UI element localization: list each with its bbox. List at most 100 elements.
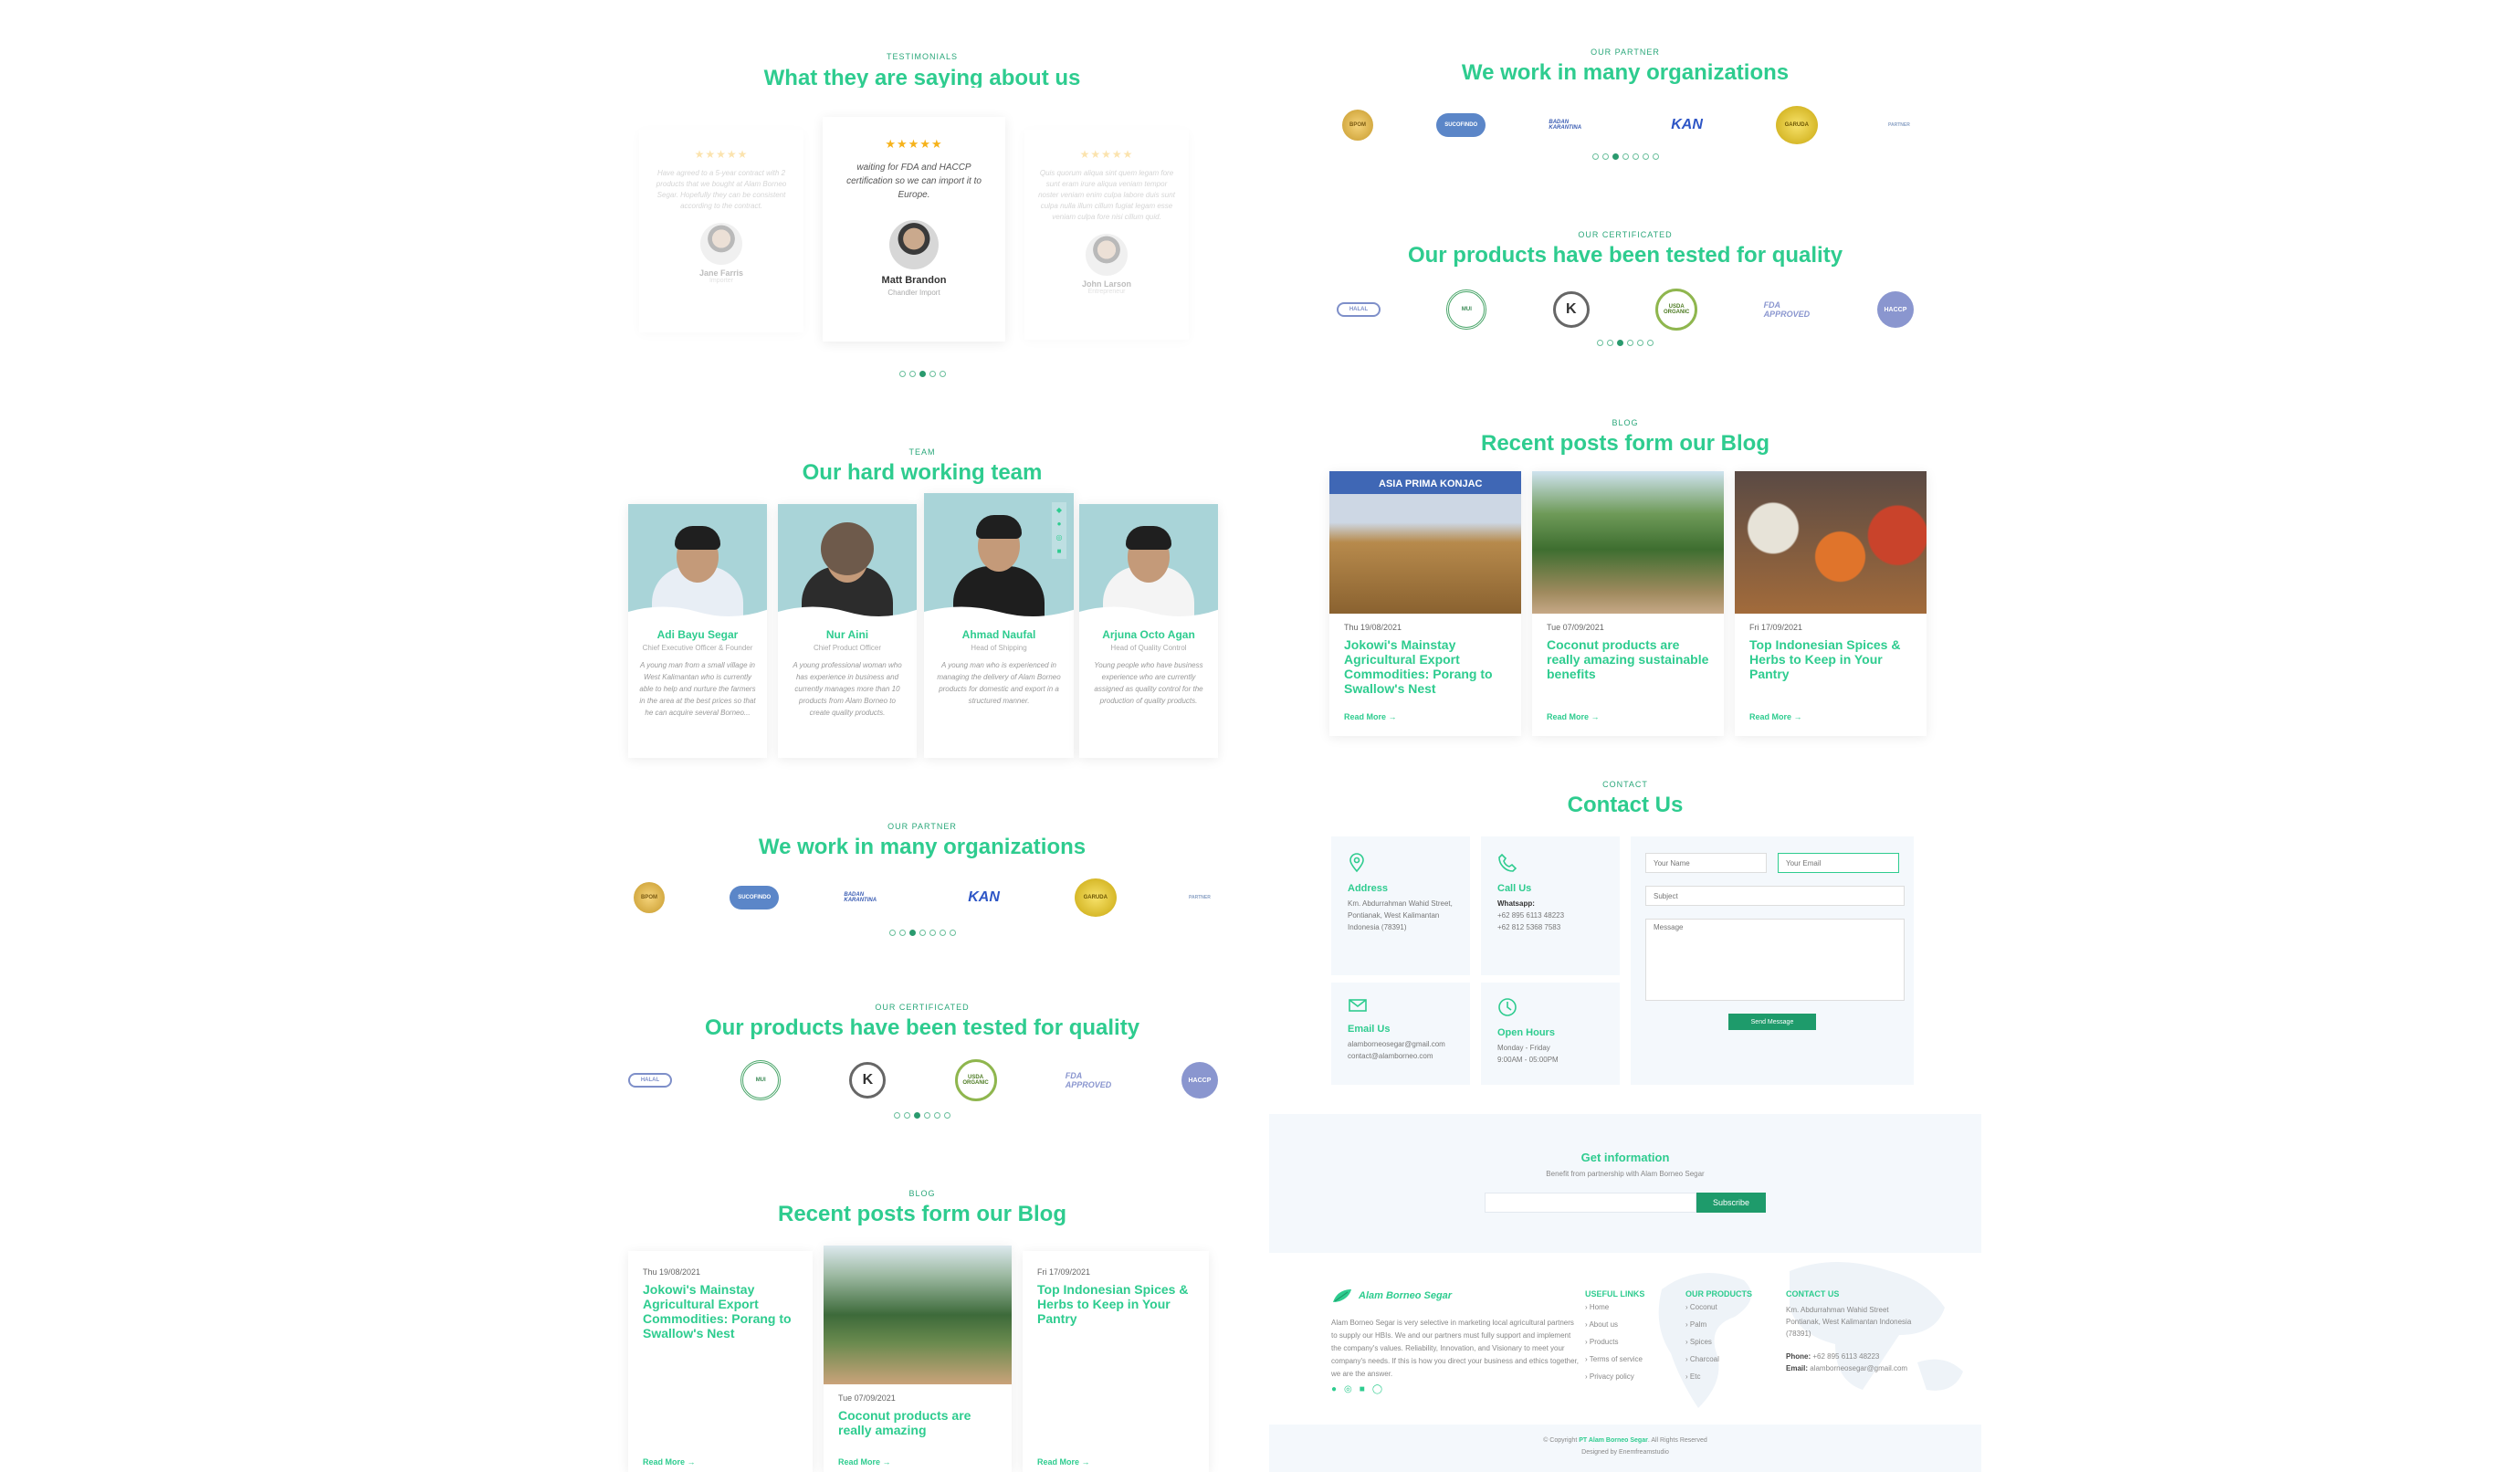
blog-date: Fri 17/09/2021	[1749, 623, 1803, 632]
linkedin-icon[interactable]: ■	[1057, 547, 1062, 555]
testimonial-text: Have agreed to a 5-year contract with 2 …	[656, 169, 787, 210]
copyright: © Copyright PT Alam Borneo Segar. All Ri…	[1269, 1437, 1981, 1444]
blog-card[interactable]: Fri 17/09/2021 Top Indonesian Spices & H…	[1735, 471, 1927, 736]
pagination-dot[interactable]	[949, 930, 956, 936]
pagination-dot[interactable]	[929, 930, 936, 936]
pagination-dot[interactable]	[904, 1112, 910, 1119]
partner-logo: BPOM	[634, 882, 665, 913]
facebook-icon[interactable]: ●	[1057, 520, 1062, 528]
blog-image-coconut	[1532, 471, 1724, 614]
avatar	[1086, 234, 1128, 276]
certificates-title: Our products have been tested for qualit…	[704, 1015, 1140, 1040]
read-more-link[interactable]: Read More →	[1749, 712, 1802, 721]
facebook-icon[interactable]: ●	[1331, 1384, 1337, 1394]
read-more-link[interactable]: Read More →	[1037, 1457, 1090, 1467]
hours-box: Open Hours Monday - Friday 9:00AM - 05:0…	[1481, 983, 1620, 1085]
name-field[interactable]	[1645, 853, 1767, 873]
pagination-dot[interactable]	[929, 371, 936, 377]
footer-product-link[interactable]: › Etc	[1685, 1368, 1752, 1385]
blog-post-title[interactable]: Top Indonesian Spices & Herbs to Keep in…	[1749, 637, 1912, 681]
footer-link[interactable]: › About us	[1585, 1316, 1644, 1333]
footer-link[interactable]: › Terms of service	[1585, 1351, 1644, 1368]
member-photo	[1079, 504, 1218, 621]
hours-title: Open Hours	[1497, 1027, 1555, 1038]
pagination-dot[interactable]	[924, 1112, 930, 1119]
pagination-dot[interactable]	[898, 930, 906, 936]
pagination-dot[interactable]	[888, 930, 896, 936]
blog-post-title[interactable]: Top Indonesian Spices & Herbs to Keep in…	[1037, 1282, 1194, 1326]
pagination-dot-active[interactable]	[908, 930, 916, 936]
pagination-dot[interactable]	[898, 371, 906, 377]
pagination-dot-active[interactable]	[1612, 153, 1619, 160]
footer-link[interactable]: › Home	[1585, 1299, 1644, 1316]
pagination-dot[interactable]	[1642, 153, 1649, 160]
subscribe-button[interactable]: Subscribe	[1696, 1193, 1766, 1213]
read-more-link[interactable]: Read More →	[1344, 712, 1397, 721]
pagination-dot[interactable]	[1652, 153, 1659, 160]
pagination-dot[interactable]	[908, 371, 916, 377]
newsletter-email-input[interactable]	[1485, 1193, 1696, 1213]
blog-card[interactable]: Fri 17/09/2021 Top Indonesian Spices & H…	[1023, 1251, 1209, 1472]
footer-product-link[interactable]: › Coconut	[1685, 1299, 1752, 1316]
contact-tag: CONTACT	[1602, 780, 1648, 789]
pagination-dot[interactable]	[1647, 340, 1654, 346]
pagination-dot[interactable]	[1591, 153, 1599, 160]
pagination-dot[interactable]	[1601, 153, 1609, 160]
pagination-dot[interactable]	[919, 930, 926, 936]
linkedin-icon[interactable]: ■	[1360, 1384, 1365, 1394]
blog-post-title[interactable]: Coconut products are really amazing sust…	[1547, 637, 1709, 681]
pagination-dot[interactable]	[934, 1112, 940, 1119]
testimonials-title: What they are saying about us	[763, 66, 1081, 88]
pagination-dot-active[interactable]	[914, 1112, 920, 1119]
partners-title: We work in many organizations	[1461, 60, 1790, 85]
pagination-dot-active[interactable]	[1617, 340, 1623, 346]
twitter-icon[interactable]: ◆	[1056, 506, 1062, 514]
pagination-dot-active[interactable]	[919, 371, 926, 377]
whatsapp-icon[interactable]: ◯	[1372, 1384, 1382, 1394]
testimonial-role: Entrepreneur	[1087, 289, 1126, 295]
partner-logo: BADAN KARANTINA	[1549, 120, 1582, 131]
footer-product-link[interactable]: › Charcoal	[1685, 1351, 1752, 1368]
pagination-dot[interactable]	[1637, 340, 1643, 346]
newsletter-subtitle: Benefit from partnership with Alam Borne…	[1546, 1170, 1705, 1178]
partner-logo: SUCOFINDO	[730, 886, 780, 909]
message-field[interactable]	[1645, 919, 1905, 1001]
pagination-dot[interactable]	[939, 371, 946, 377]
read-more-link[interactable]: Read More →	[1547, 712, 1600, 721]
blog-post-title[interactable]: Jokowi's Mainstay Agricultural Export Co…	[643, 1282, 798, 1341]
pagination-dot[interactable]	[1632, 153, 1639, 160]
partner-logo: PARTNER	[1189, 895, 1211, 900]
pagination-dot[interactable]	[939, 930, 946, 936]
hours-time: 9:00AM - 05:00PM	[1497, 1056, 1559, 1064]
pagination-dot[interactable]	[894, 1112, 900, 1119]
blog-card[interactable]: Tue 07/09/2021 Coconut products are real…	[1532, 471, 1724, 736]
instagram-icon[interactable]: ◎	[1344, 1384, 1352, 1394]
footer-product-link[interactable]: › Spices	[1685, 1333, 1752, 1351]
call-label: Whatsapp:	[1497, 899, 1535, 908]
pagination-dot[interactable]	[1622, 153, 1629, 160]
pagination-dot[interactable]	[1627, 340, 1633, 346]
pagination-dot[interactable]	[1597, 340, 1603, 346]
pagination-dot[interactable]	[944, 1112, 950, 1119]
footer-link[interactable]: › Products	[1585, 1333, 1644, 1351]
footer-product-link[interactable]: › Palm	[1685, 1316, 1752, 1333]
instagram-icon[interactable]: ◎	[1056, 533, 1063, 541]
footer-link[interactable]: › Privacy policy	[1585, 1368, 1644, 1385]
read-more-link[interactable]: Read More →	[838, 1457, 891, 1467]
blog-post-title[interactable]: Jokowi's Mainstay Agricultural Export Co…	[1344, 637, 1507, 696]
blog-post-title[interactable]: Coconut products are really amazing sust…	[838, 1408, 997, 1439]
read-more-link[interactable]: Read More →	[643, 1457, 696, 1467]
subject-field[interactable]	[1645, 886, 1905, 906]
blog-card[interactable]: Thu 19/08/2021 Jokowi's Mainstay Agricul…	[628, 1251, 813, 1472]
pagination-dot[interactable]	[1607, 340, 1613, 346]
phone-number: +62 895 6113 48223	[1497, 911, 1565, 920]
send-message-button[interactable]: Send Message	[1728, 1014, 1816, 1030]
certificate-logo: K	[1552, 291, 1590, 328]
certificates-pagination	[1269, 340, 1981, 346]
certificate-logo: HACCP	[1876, 291, 1914, 328]
blog-card[interactable]: Tue 07/09/2021 Coconut products are real…	[824, 1246, 1012, 1472]
email-field[interactable]	[1778, 853, 1899, 873]
call-title: Call Us	[1497, 883, 1532, 894]
certificates-logo-row: HALAL MUI K USDA ORGANIC FDA APPROVED HA…	[628, 1059, 1218, 1101]
blog-card[interactable]: ASIA PRIMA KONJAC Thu 19/08/2021 Jokowi'…	[1329, 471, 1521, 736]
